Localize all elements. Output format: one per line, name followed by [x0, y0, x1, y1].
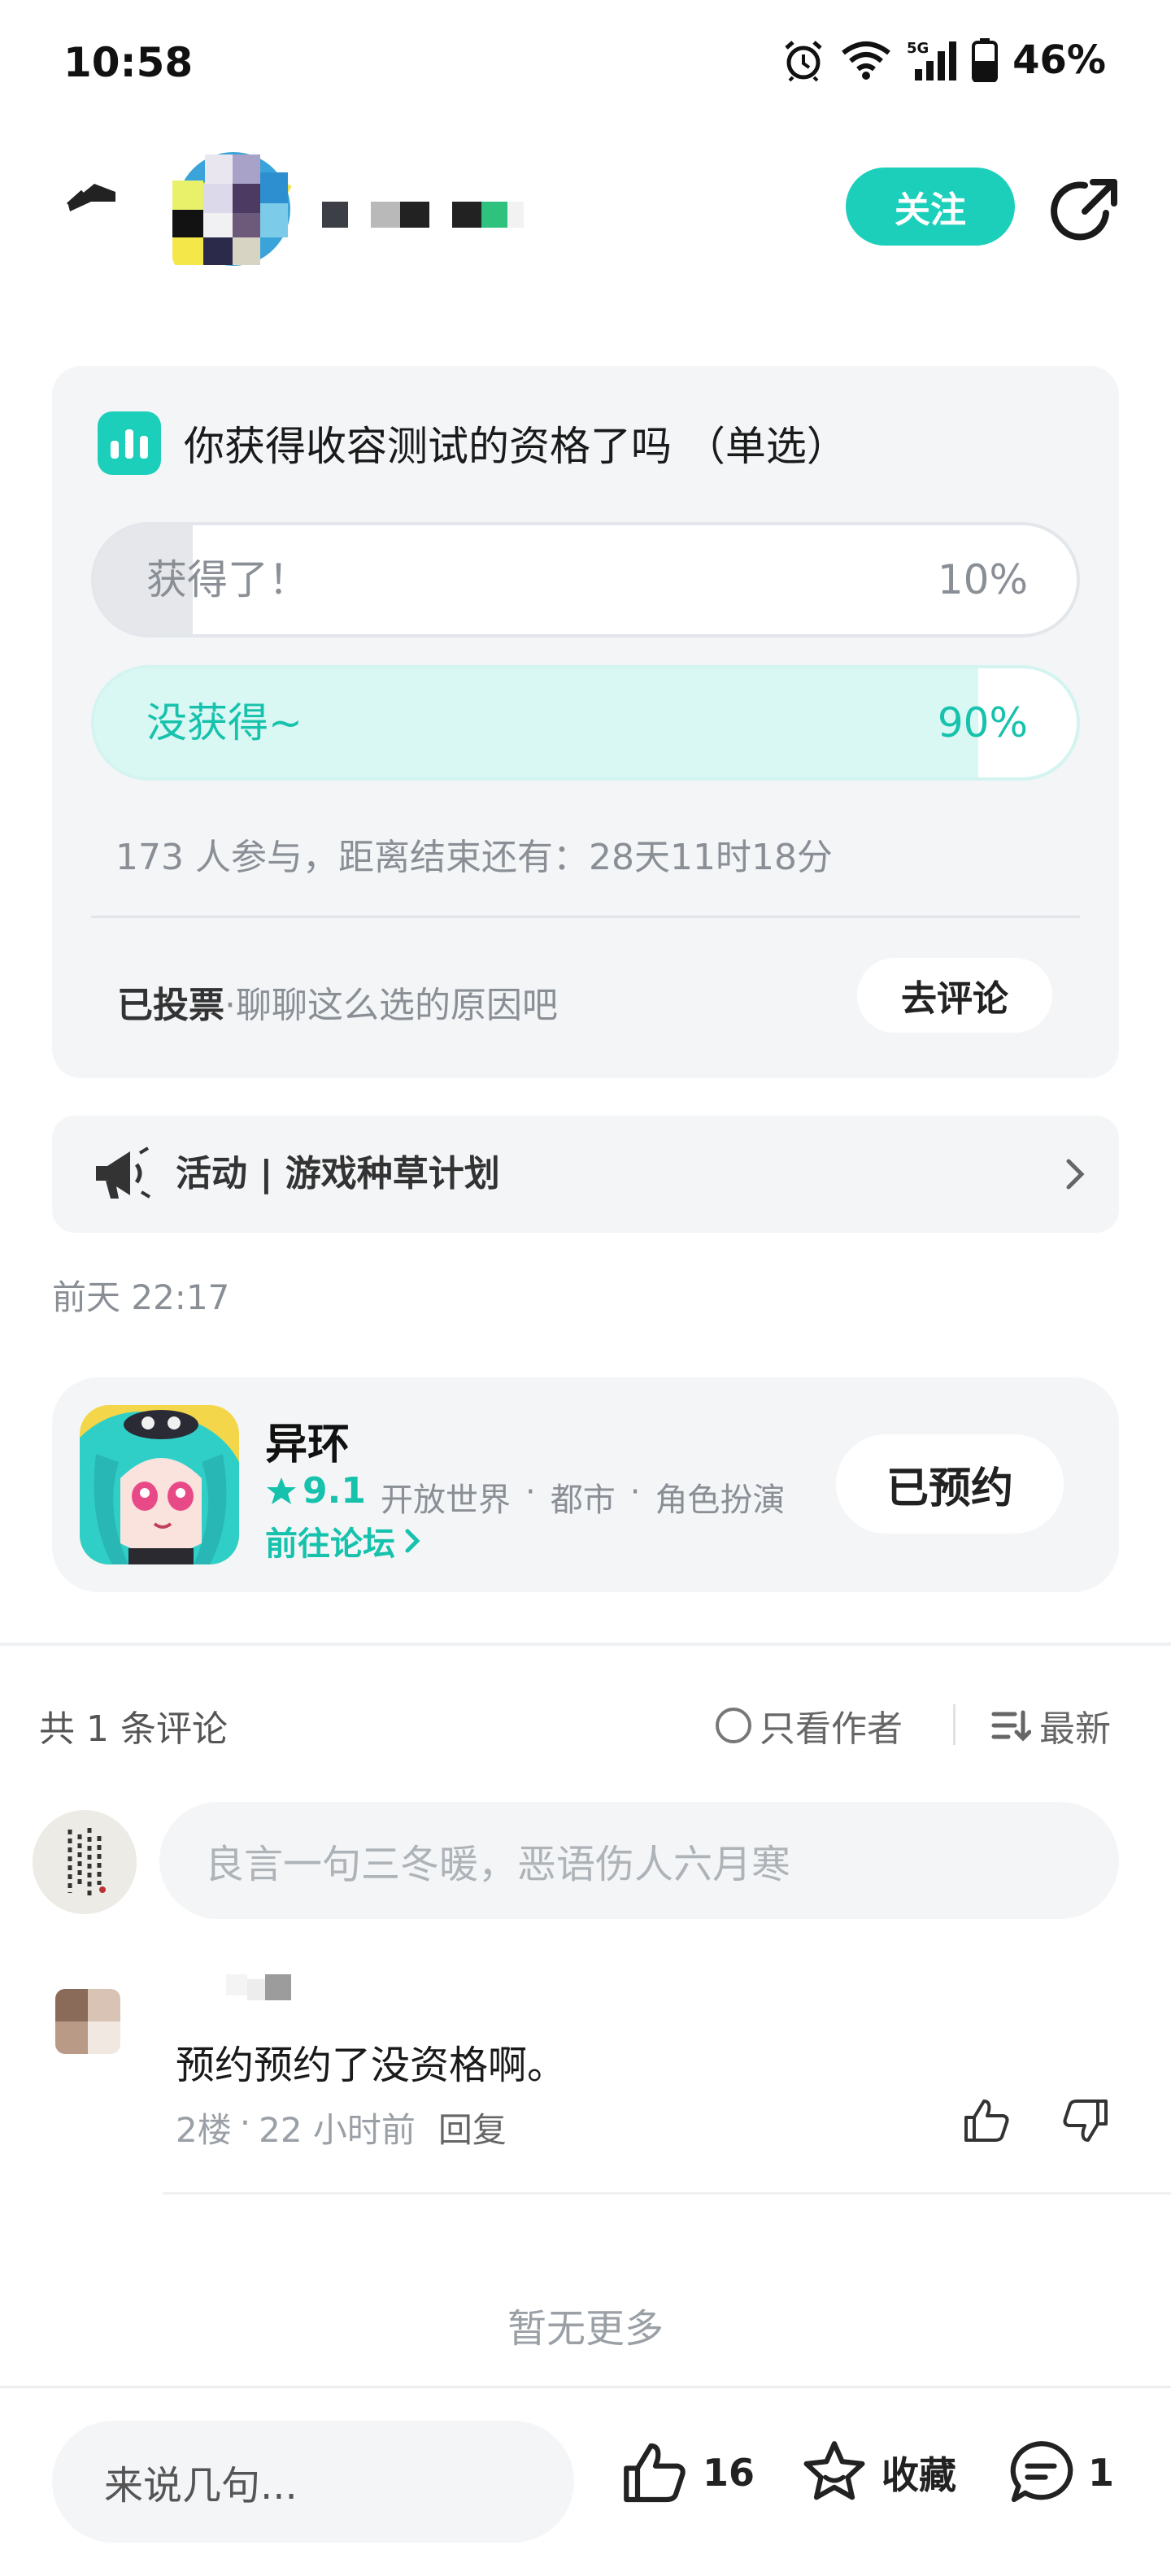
meta-separator: ·	[239, 2103, 251, 2143]
commenter-name-obscured[interactable]	[177, 1971, 299, 2004]
comment-count: 共 1 条评论	[39, 1708, 228, 1750]
game-name: 异环	[265, 1421, 350, 1469]
status-time: 10:58	[63, 39, 194, 86]
poll-option-not-obtained[interactable]: 没获得~ 90%	[91, 665, 1080, 781]
thumbs-up-icon	[964, 2100, 1009, 2142]
favorite-label: 收藏	[882, 2453, 956, 2497]
comment-item: 预约预约了没资格啊。 2楼 · 22 小时前 回复	[0, 1968, 1171, 2195]
poll-option-label: 没获得~	[146, 699, 303, 746]
section-divider	[0, 1643, 1171, 1646]
author-only-label: 只看作者	[760, 1708, 903, 1750]
follow-button[interactable]: 关注	[846, 168, 1015, 246]
commenter-avatar[interactable]	[55, 1989, 120, 2054]
game-rating: 9.1	[265, 1470, 366, 1512]
game-tag: 开放世界	[381, 1482, 511, 1519]
comments-toolbar: 共 1 条评论 只看作者 最新	[0, 1683, 1171, 1764]
radio-icon	[716, 1708, 751, 1743]
back-button[interactable]	[59, 169, 124, 234]
game-forum-link[interactable]: 前往论坛	[265, 1517, 421, 1564]
signal-icon: 5G	[907, 38, 957, 82]
status-icons: 5G 46%	[781, 37, 1106, 83]
wifi-icon	[840, 40, 892, 80]
post-timestamp: 前天 22:17	[52, 1277, 230, 1317]
poll-voted-line: 已投票 ·聊聊这么选的原因吧	[117, 976, 558, 1028]
poll-option-percent: 90%	[937, 699, 1028, 746]
back-icon	[67, 184, 115, 211]
reply-button[interactable]: 回复	[438, 2103, 507, 2152]
poll-question: 你获得收容测试的资格了吗 （单选）	[184, 423, 847, 470]
post-header: 关注	[0, 138, 1171, 285]
chevron-right-icon	[1062, 1156, 1086, 1195]
comment-dislike-button[interactable]	[1059, 2095, 1111, 2150]
sort-icon	[991, 1710, 1031, 1742]
activity-banner[interactable]: 活动 | 游戏种草计划	[52, 1116, 1119, 1233]
game-tag: 都市	[550, 1482, 616, 1519]
comments-button[interactable]: 1	[1005, 2437, 1114, 2509]
author-name-obscured[interactable]	[322, 202, 524, 228]
network-label: 5G	[907, 40, 929, 57]
game-tags: 开放世界 · 都市 · 角色扮演	[381, 1473, 785, 1521]
chevron-right-icon	[405, 1529, 420, 1553]
battery-percent: 46%	[1012, 37, 1106, 83]
poll-option-obtained[interactable]: 获得了！ 10%	[91, 522, 1080, 637]
status-bar: 10:58 5G 46%	[0, 0, 1171, 122]
comment-text: 预约预约了没资格啊。	[176, 2043, 567, 2088]
divider	[163, 2192, 1171, 2195]
star-icon	[267, 1477, 296, 1504]
game-forum-label: 前往论坛	[265, 1525, 395, 1563]
activity-title: 活动 | 游戏种草计划	[176, 1153, 500, 1194]
share-button[interactable]	[1049, 174, 1122, 247]
bottom-action-bar: 来说几句... 16 收藏 1	[0, 2386, 1171, 2576]
poll-option-percent: 10%	[937, 556, 1028, 603]
favorite-button[interactable]: 收藏	[799, 2437, 956, 2509]
share-icon	[1051, 179, 1117, 241]
megaphone-icon	[91, 1145, 153, 1207]
sort-newest-button[interactable]: 最新	[990, 1699, 1111, 1751]
author-avatar[interactable]	[172, 148, 294, 270]
battery-icon	[972, 38, 999, 82]
thumbs-down-icon	[1063, 2100, 1108, 2142]
comment-like-button[interactable]	[961, 2095, 1013, 2150]
divider	[91, 916, 1080, 918]
sort-label: 最新	[1039, 1708, 1111, 1750]
author-only-toggle[interactable]: 只看作者	[716, 1699, 903, 1751]
voted-status: 已投票	[117, 985, 224, 1026]
no-more-text: 暂无更多	[507, 2306, 664, 2352]
tag-separator: ·	[525, 1473, 536, 1511]
comment-floor: 2楼	[176, 2110, 232, 2150]
poll-option-label: 获得了！	[146, 556, 309, 603]
my-avatar	[33, 1810, 137, 1914]
comment-bubble-icon	[1010, 2441, 1073, 2503]
poll-chart-icon	[98, 411, 161, 475]
poll-header: 你获得收容测试的资格了吗 （单选）	[98, 411, 847, 475]
star-icon	[803, 2441, 865, 2500]
comment-input[interactable]: 良言一句三冬暖，恶语伤人六月寒	[159, 1802, 1119, 1919]
quick-comment-input[interactable]: 来说几句...	[52, 2421, 574, 2543]
voted-hint: ·聊聊这么选的原因吧	[224, 985, 558, 1026]
poll-participation-info: 173 人参与，距离结束还有：28天11时18分	[115, 837, 833, 878]
alarm-icon	[781, 38, 825, 82]
tag-separator: ·	[629, 1473, 641, 1511]
reserved-button[interactable]: 已预约	[836, 1434, 1064, 1534]
comment-meta: 2楼 · 22 小时前 回复	[176, 2103, 507, 2152]
like-count: 16	[703, 2451, 755, 2495]
game-tag: 角色扮演	[655, 1482, 786, 1519]
comment-time: 22 小时前	[259, 2110, 416, 2150]
game-card[interactable]: 异环 9.1 开放世界 · 都市 · 角色扮演 前往论坛 已预约	[52, 1377, 1119, 1592]
game-rating-value: 9.1	[303, 1470, 366, 1512]
go-comment-button[interactable]: 去评论	[857, 958, 1052, 1033]
like-button[interactable]: 16	[620, 2437, 755, 2509]
game-icon	[80, 1405, 239, 1564]
poll-card: 你获得收容测试的资格了吗 （单选） 获得了！ 10% 没获得~ 90% 173 …	[52, 366, 1119, 1078]
thumbs-up-icon	[624, 2443, 686, 2503]
divider	[953, 1704, 956, 1745]
comment-count-bottom: 1	[1088, 2451, 1115, 2495]
